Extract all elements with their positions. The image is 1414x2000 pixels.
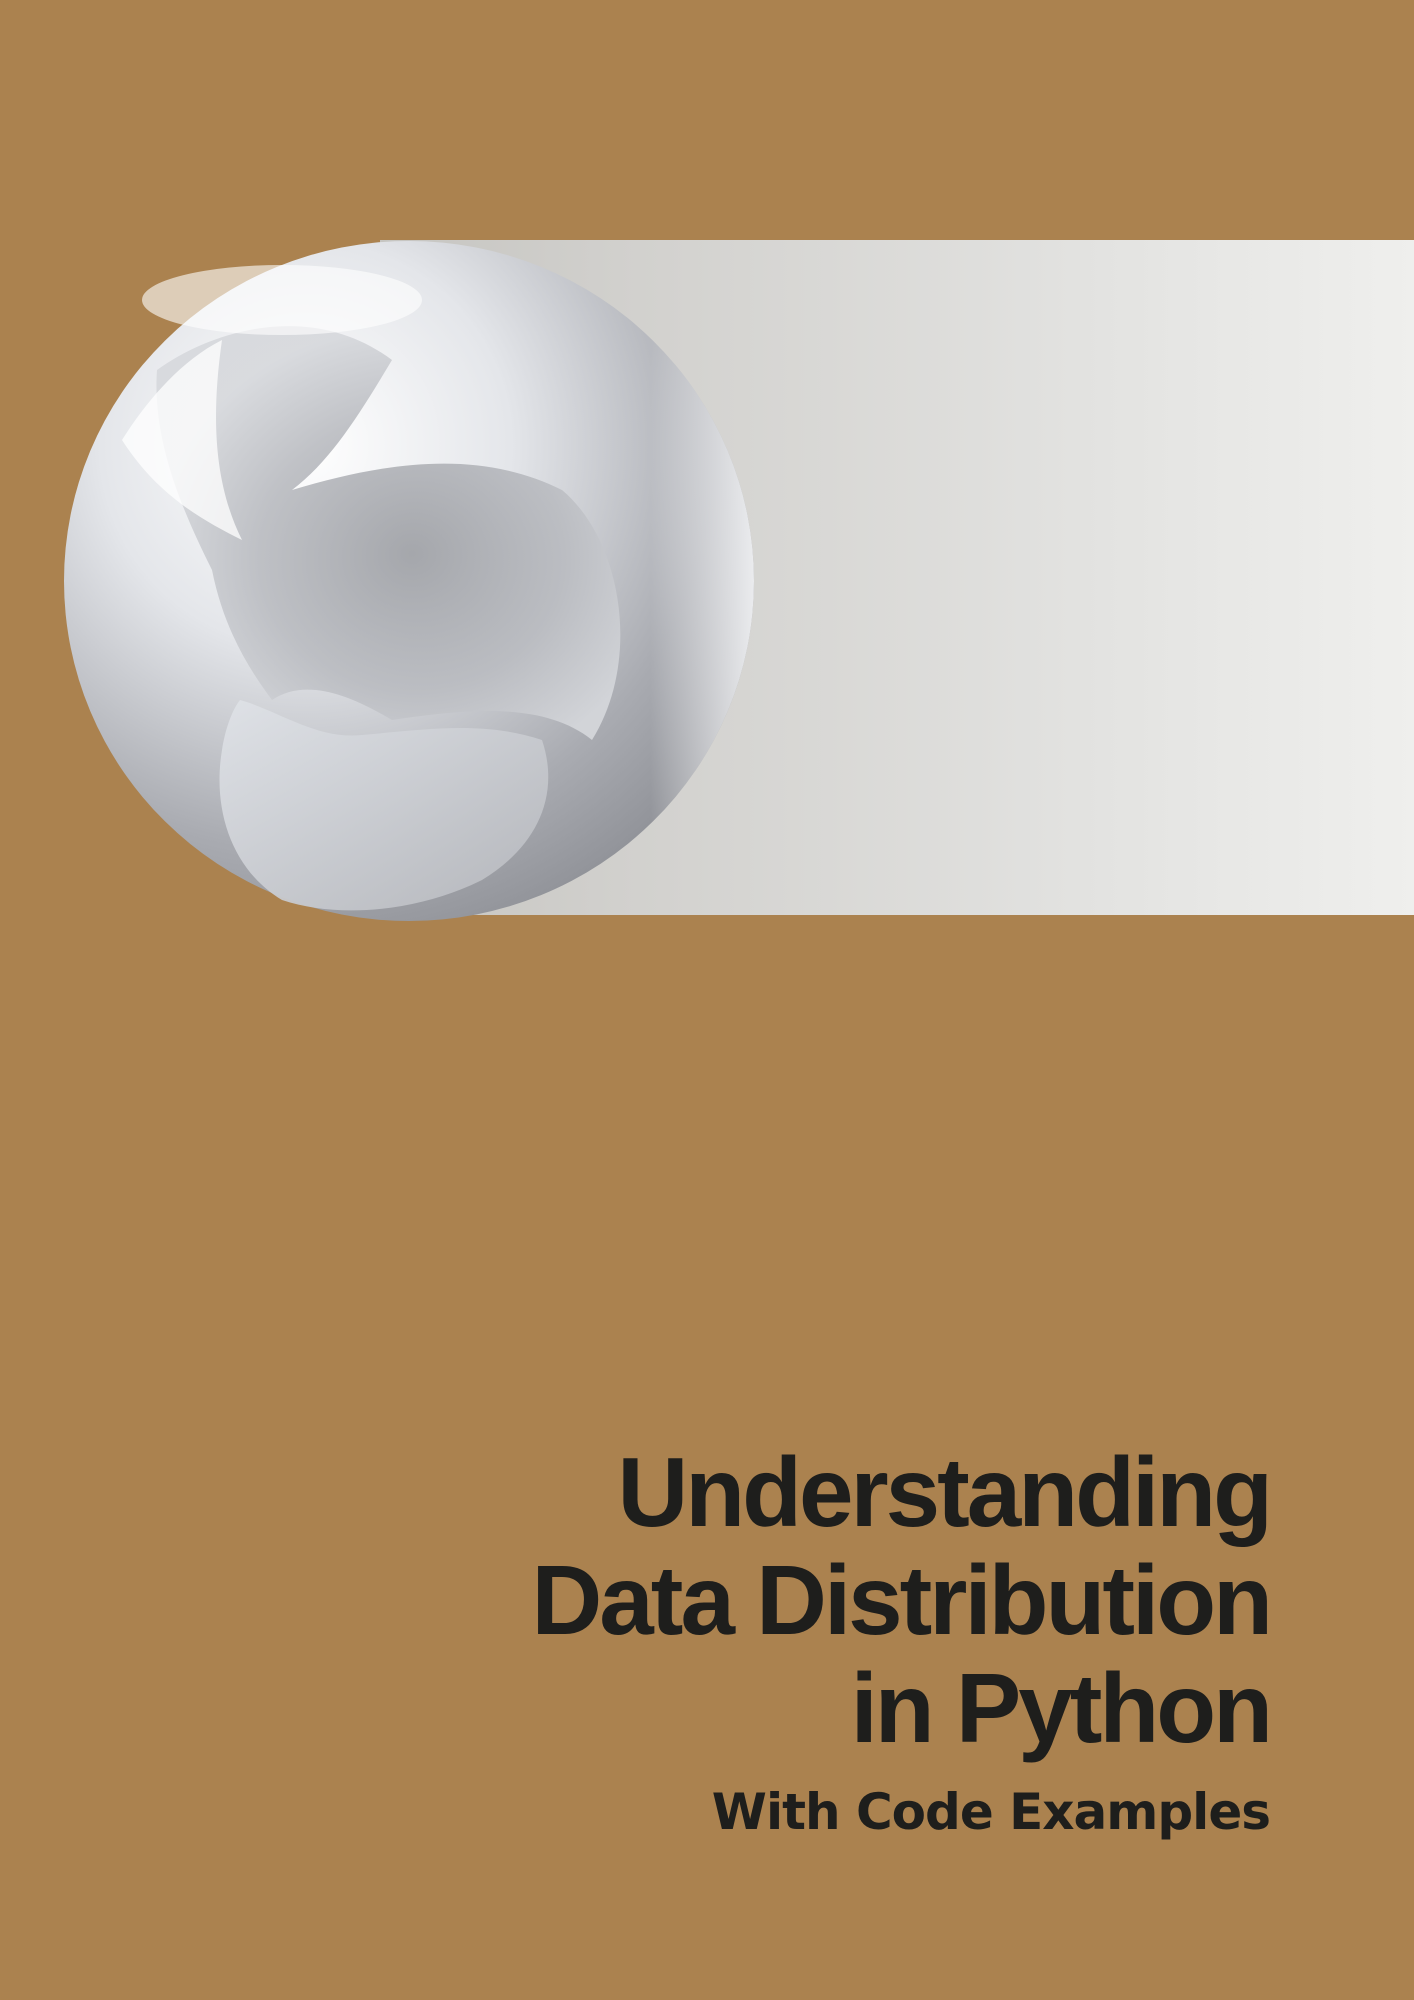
- book-title: Understanding Data Distribution in Pytho…: [370, 1437, 1273, 1763]
- book-cover: Understanding Data Distribution in Pytho…: [0, 0, 1414, 2000]
- glossy-sphere-icon: [62, 240, 756, 922]
- title-line-2: Data Distribution: [531, 1545, 1273, 1655]
- title-block: Understanding Data Distribution in Pytho…: [370, 1437, 1273, 1842]
- book-subtitle: With Code Examples: [711, 1783, 1271, 1841]
- title-line-3: in Python: [850, 1653, 1273, 1763]
- title-line-1: Understanding: [617, 1437, 1273, 1547]
